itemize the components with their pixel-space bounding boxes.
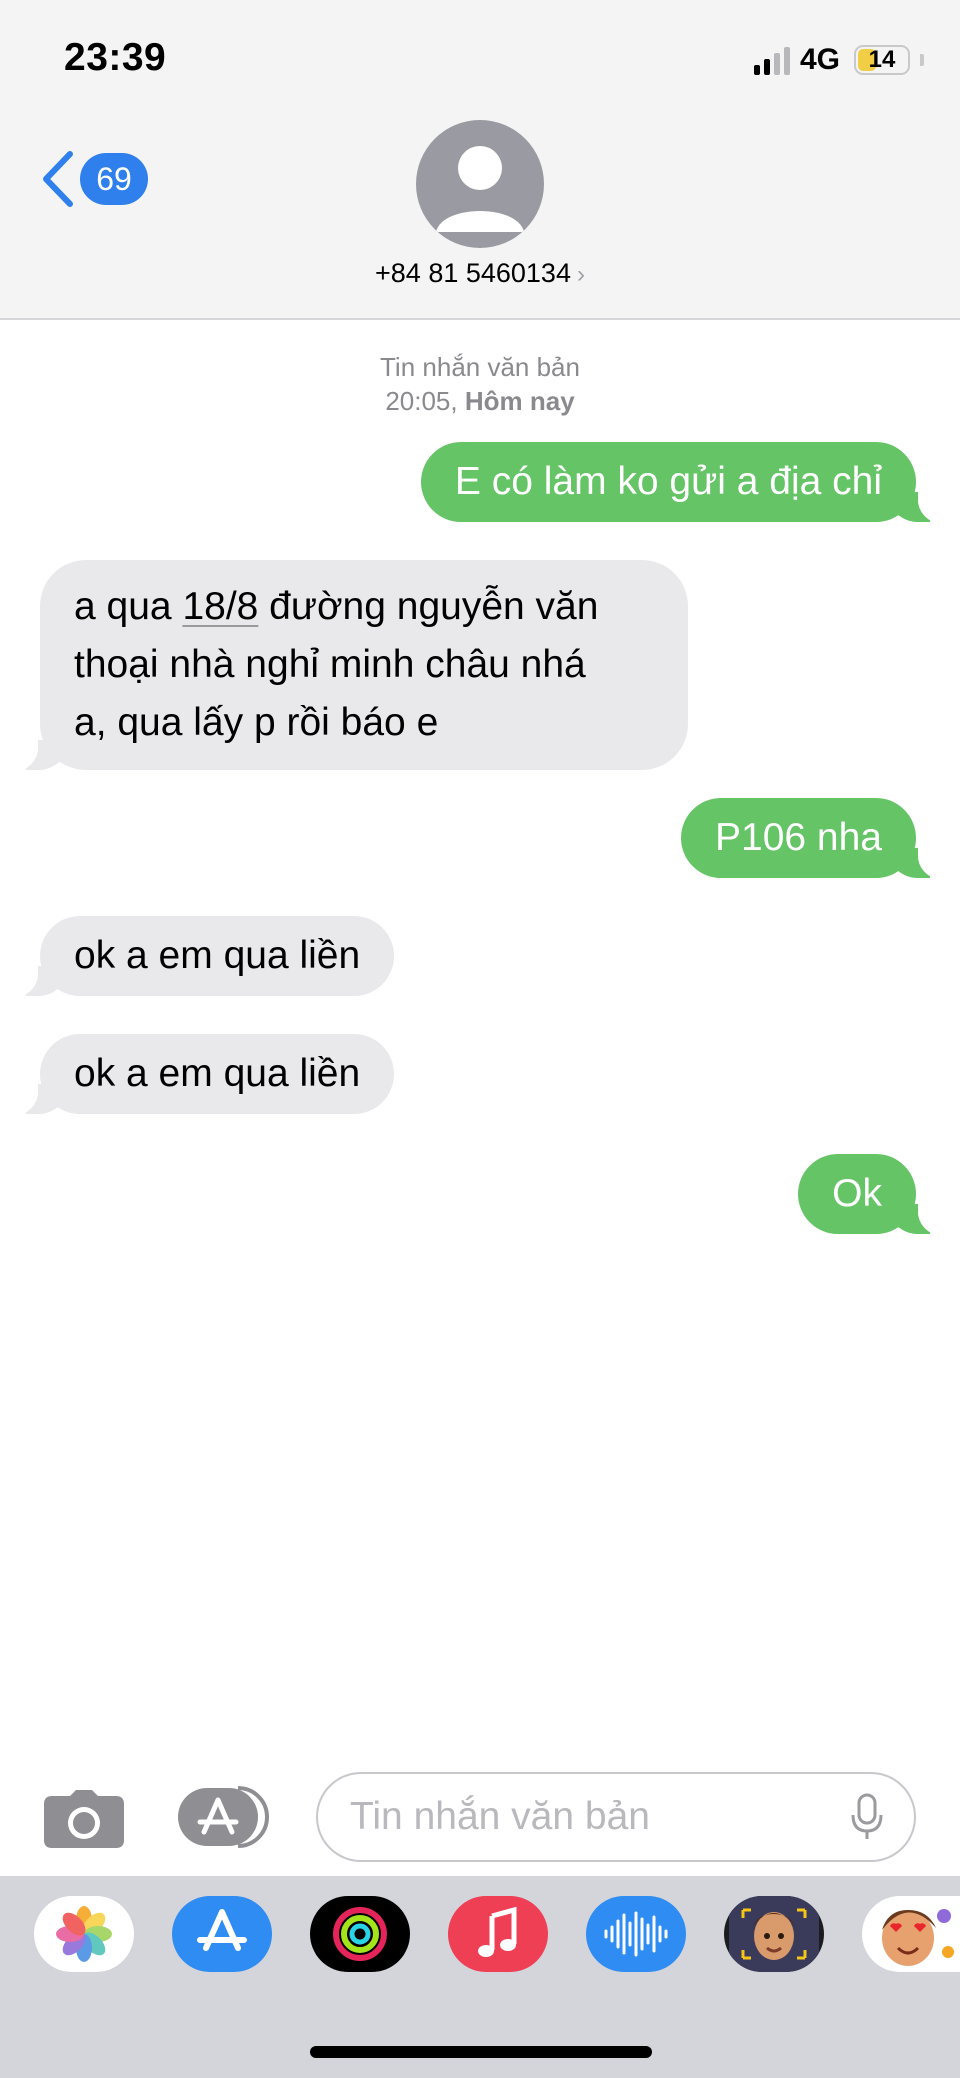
network-type: 4G — [799, 43, 840, 76]
music-icon — [478, 1906, 517, 1957]
activity-icon — [333, 1907, 387, 1961]
message-text: ok a em qua liền — [74, 934, 361, 977]
chevron-right-icon: › — [576, 261, 585, 288]
status-time: 23:39 — [64, 36, 167, 79]
message-bubble-sent[interactable]: P106 nha — [681, 798, 946, 880]
unread-count-badge: 69 — [80, 153, 148, 205]
date-link[interactable]: 18/8 — [182, 585, 258, 628]
battery-cap — [920, 54, 924, 66]
photos-app-button[interactable] — [34, 1896, 134, 1972]
app-store-app-button[interactable] — [172, 1896, 272, 1972]
app-store-icon — [197, 1909, 247, 1951]
message-day: Hôm nay — [464, 386, 575, 416]
app-store-icon — [178, 1786, 269, 1848]
app-store-button[interactable] — [178, 1786, 270, 1848]
contact-avatar[interactable] — [416, 120, 544, 248]
chevron-left-icon — [43, 151, 73, 207]
microphone-icon[interactable] — [850, 1793, 884, 1841]
animoji-app-button[interactable] — [862, 1896, 960, 1972]
battery-level: 14 — [868, 46, 896, 73]
person-icon — [436, 146, 524, 232]
message-timestamp: Tin nhắn văn bản 20:05, Hôm nay — [0, 350, 960, 418]
photos-icon — [56, 1906, 112, 1962]
contact-number: +84 81 5460134 — [375, 258, 571, 288]
conversation-header: 23:39 4G 14 69 +84 81 5460134 › — [0, 0, 960, 320]
message-text: ok a em qua liền — [74, 1052, 361, 1095]
message-input-placeholder: Tin nhắn văn bản — [350, 1795, 650, 1838]
status-indicators: 4G 14 — [753, 40, 924, 80]
memoji-icon — [729, 1896, 819, 1972]
message-text: a qua 18/8 đường nguyễn văn thoại nhà ngh… — [74, 585, 599, 744]
message-time: 20:05, — [385, 386, 458, 416]
camera-button[interactable] — [44, 1790, 124, 1848]
back-button[interactable]: 69 — [40, 150, 148, 208]
message-text: Ok — [832, 1172, 882, 1215]
cellular-signal-icon — [753, 45, 790, 75]
contact-name[interactable]: +84 81 5460134 › — [0, 258, 960, 289]
message-bubble-sent[interactable]: Ok — [798, 1154, 946, 1236]
music-app-button[interactable] — [448, 1896, 548, 1972]
animoji-icon — [882, 1909, 954, 1966]
message-bubble-received[interactable]: a qua 18/8 đường nguyễn văn thoại nhà ngh… — [10, 560, 688, 772]
battery-icon: 14 — [854, 45, 910, 75]
home-indicator[interactable] — [310, 2046, 652, 2058]
message-bubble-sent[interactable]: E có làm ko gửi a địa chỉ — [420, 442, 947, 524]
message-bubble-received[interactable]: ok a em qua liền — [9, 916, 395, 998]
memoji-app-button[interactable] — [724, 1896, 824, 1972]
voice-memos-icon — [604, 1911, 668, 1957]
camera-icon — [44, 1790, 124, 1848]
message-type-label: Tin nhắn văn bản — [380, 352, 580, 382]
activity-app-button[interactable] — [310, 1896, 410, 1972]
message-bubble-received[interactable]: ok a em qua liền — [9, 1034, 395, 1116]
message-input[interactable]: Tin nhắn văn bản — [316, 1772, 916, 1862]
message-text: P106 nha — [715, 816, 882, 859]
voice-memos-app-button[interactable] — [586, 1896, 686, 1972]
message-text: E có làm ko gửi a địa chỉ — [454, 460, 882, 503]
